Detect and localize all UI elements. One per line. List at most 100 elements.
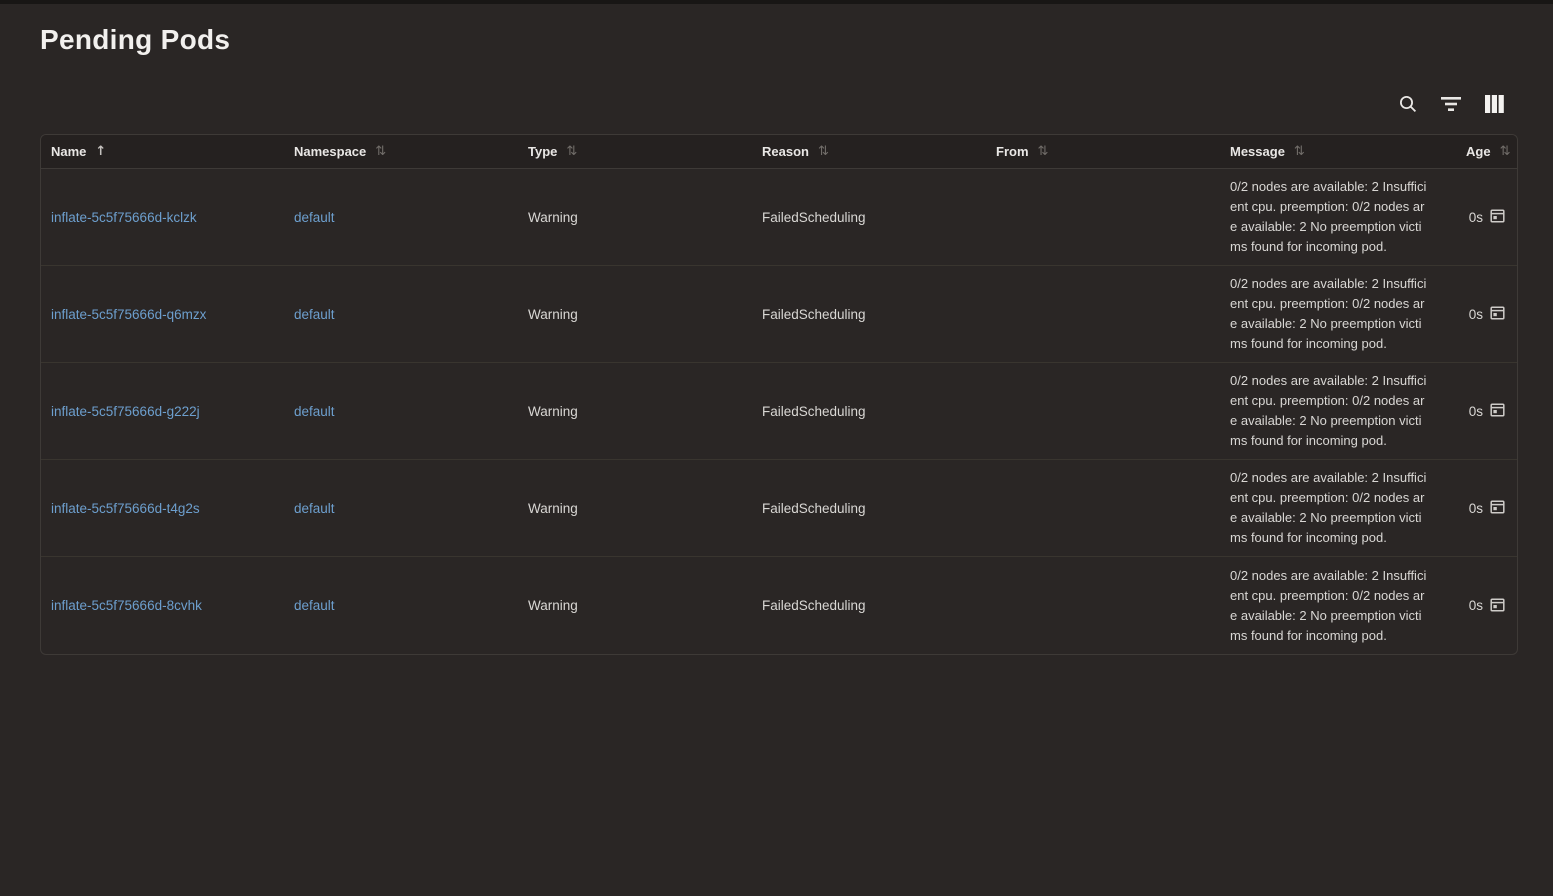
message-line: 0/2 nodes are available: 2 Insuffici [1230, 566, 1442, 586]
message-line: ent cpu. preemption: 0/2 nodes ar [1230, 488, 1442, 508]
column-label: Message [1230, 144, 1285, 159]
namespace-link[interactable]: default [294, 307, 335, 322]
message-cell: 0/2 nodes are available: 2 Insuffici ent… [1220, 566, 1456, 646]
message-line: e available: 2 No preemption victi [1230, 314, 1442, 334]
calendar-icon [1490, 208, 1505, 226]
namespace-link[interactable]: default [294, 210, 335, 225]
age-value: 0s [1469, 598, 1483, 613]
column-header-type[interactable]: Type ⇅ [518, 144, 752, 159]
age-cell: 0s [1456, 208, 1517, 226]
message-line: ent cpu. preemption: 0/2 nodes ar [1230, 197, 1442, 217]
type-cell: Warning [518, 598, 752, 613]
message-line: ent cpu. preemption: 0/2 nodes ar [1230, 294, 1442, 314]
namespace-cell: default [284, 210, 518, 225]
sort-icon: ⇅ [375, 144, 386, 159]
message-line: ms found for incoming pod. [1230, 431, 1442, 451]
name-cell: inflate-5c5f75666d-t4g2s [41, 501, 284, 516]
age-cell: 0s [1456, 305, 1517, 323]
table-row[interactable]: inflate-5c5f75666d-t4g2s default Warning… [41, 460, 1517, 557]
message-line: 0/2 nodes are available: 2 Insuffici [1230, 274, 1442, 294]
age-cell: 0s [1456, 597, 1517, 615]
table-header-row: Name ↑ Namespace ⇅ Type ⇅ Reason ⇅ From … [41, 135, 1517, 169]
column-label: Name [51, 144, 86, 159]
age-value: 0s [1469, 307, 1483, 322]
age-value: 0s [1469, 501, 1483, 516]
pod-name-link[interactable]: inflate-5c5f75666d-8cvhk [51, 598, 202, 613]
reason-cell: FailedScheduling [752, 598, 986, 613]
type-cell: Warning [518, 210, 752, 225]
column-label: Reason [762, 144, 809, 159]
message-line: e available: 2 No preemption victi [1230, 411, 1442, 431]
message-line: 0/2 nodes are available: 2 Insuffici [1230, 371, 1442, 391]
namespace-cell: default [284, 598, 518, 613]
message-cell: 0/2 nodes are available: 2 Insuffici ent… [1220, 371, 1456, 451]
message-line: 0/2 nodes are available: 2 Insuffici [1230, 468, 1442, 488]
sort-ascending-icon: ↑ [95, 144, 106, 159]
pod-name-link[interactable]: inflate-5c5f75666d-t4g2s [51, 501, 200, 516]
filter-button[interactable] [1440, 95, 1462, 117]
namespace-cell: default [284, 307, 518, 322]
age-value: 0s [1469, 404, 1483, 419]
type-cell: Warning [518, 404, 752, 419]
name-cell: inflate-5c5f75666d-8cvhk [41, 598, 284, 613]
calendar-icon [1490, 499, 1505, 517]
column-header-namespace[interactable]: Namespace ⇅ [284, 144, 518, 159]
columns-button[interactable] [1483, 95, 1505, 117]
namespace-link[interactable]: default [294, 404, 335, 419]
pending-pods-table: Name ↑ Namespace ⇅ Type ⇅ Reason ⇅ From … [40, 134, 1518, 655]
message-cell: 0/2 nodes are available: 2 Insuffici ent… [1220, 468, 1456, 548]
column-header-message[interactable]: Message ⇅ [1220, 144, 1456, 159]
calendar-icon [1490, 402, 1505, 420]
message-line: e available: 2 No preemption victi [1230, 606, 1442, 626]
age-cell: 0s [1456, 402, 1517, 420]
column-header-name[interactable]: Name ↑ [41, 144, 284, 159]
type-cell: Warning [518, 501, 752, 516]
reason-cell: FailedScheduling [752, 307, 986, 322]
message-cell: 0/2 nodes are available: 2 Insuffici ent… [1220, 274, 1456, 354]
sort-icon: ⇅ [1294, 144, 1305, 159]
age-value: 0s [1469, 210, 1483, 225]
sort-icon: ⇅ [566, 144, 577, 159]
calendar-icon [1490, 597, 1505, 615]
column-label: Age [1466, 144, 1491, 159]
type-cell: Warning [518, 307, 752, 322]
pod-name-link[interactable]: inflate-5c5f75666d-kclzk [51, 210, 197, 225]
column-label: From [996, 144, 1029, 159]
namespace-link[interactable]: default [294, 598, 335, 613]
message-line: 0/2 nodes are available: 2 Insuffici [1230, 177, 1442, 197]
sort-icon: ⇅ [818, 144, 829, 159]
column-header-from[interactable]: From ⇅ [986, 144, 1220, 159]
pod-name-link[interactable]: inflate-5c5f75666d-g222j [51, 404, 200, 419]
column-header-age[interactable]: Age ⇅ [1456, 144, 1524, 159]
reason-cell: FailedScheduling [752, 210, 986, 225]
columns-icon [1485, 95, 1504, 118]
namespace-link[interactable]: default [294, 501, 335, 516]
message-cell: 0/2 nodes are available: 2 Insuffici ent… [1220, 177, 1456, 257]
search-icon [1398, 94, 1418, 119]
pod-name-link[interactable]: inflate-5c5f75666d-q6mzx [51, 307, 206, 322]
message-line: ms found for incoming pod. [1230, 626, 1442, 646]
namespace-cell: default [284, 501, 518, 516]
table-row[interactable]: inflate-5c5f75666d-8cvhk default Warning… [41, 557, 1517, 654]
reason-cell: FailedScheduling [752, 501, 986, 516]
message-line: ent cpu. preemption: 0/2 nodes ar [1230, 586, 1442, 606]
page-title: Pending Pods [40, 24, 230, 56]
column-label: Namespace [294, 144, 366, 159]
message-line: ent cpu. preemption: 0/2 nodes ar [1230, 391, 1442, 411]
message-line: e available: 2 No preemption victi [1230, 508, 1442, 528]
name-cell: inflate-5c5f75666d-g222j [41, 404, 284, 419]
column-header-reason[interactable]: Reason ⇅ [752, 144, 986, 159]
message-line: ms found for incoming pod. [1230, 334, 1442, 354]
name-cell: inflate-5c5f75666d-q6mzx [41, 307, 284, 322]
table-row[interactable]: inflate-5c5f75666d-kclzk default Warning… [41, 169, 1517, 266]
reason-cell: FailedScheduling [752, 404, 986, 419]
table-body: inflate-5c5f75666d-kclzk default Warning… [41, 169, 1517, 654]
namespace-cell: default [284, 404, 518, 419]
message-line: e available: 2 No preemption victi [1230, 217, 1442, 237]
sort-icon: ⇅ [1038, 144, 1049, 159]
table-row[interactable]: inflate-5c5f75666d-q6mzx default Warning… [41, 266, 1517, 363]
table-row[interactable]: inflate-5c5f75666d-g222j default Warning… [41, 363, 1517, 460]
search-button[interactable] [1397, 95, 1419, 117]
name-cell: inflate-5c5f75666d-kclzk [41, 210, 284, 225]
sort-icon: ⇅ [1500, 144, 1511, 159]
